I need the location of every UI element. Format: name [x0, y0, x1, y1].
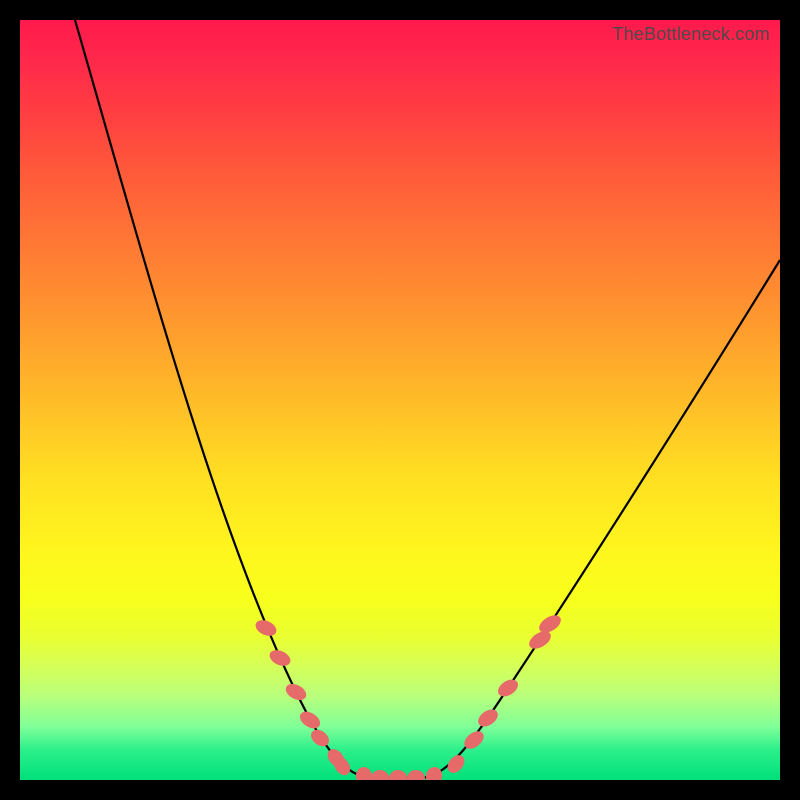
curve-group	[75, 20, 780, 778]
data-point-10	[407, 770, 425, 780]
data-point-9	[389, 770, 407, 780]
data-point-0	[253, 617, 279, 639]
chart-frame: TheBottleneck.com	[0, 0, 800, 800]
plot-area: TheBottleneck.com	[20, 20, 780, 780]
data-point-4	[308, 726, 332, 749]
data-point-11	[424, 765, 444, 780]
data-point-7	[355, 766, 374, 780]
curve-left-curve	[75, 20, 375, 778]
data-point-1	[267, 647, 293, 669]
points-group	[253, 612, 564, 780]
curve-right-curve	[420, 260, 780, 778]
data-point-12	[444, 752, 468, 776]
data-point-8	[371, 770, 389, 780]
data-point-3	[297, 708, 323, 732]
curve-svg	[20, 20, 780, 780]
data-point-15	[495, 676, 521, 700]
data-point-14	[475, 706, 501, 730]
data-point-2	[283, 681, 309, 704]
